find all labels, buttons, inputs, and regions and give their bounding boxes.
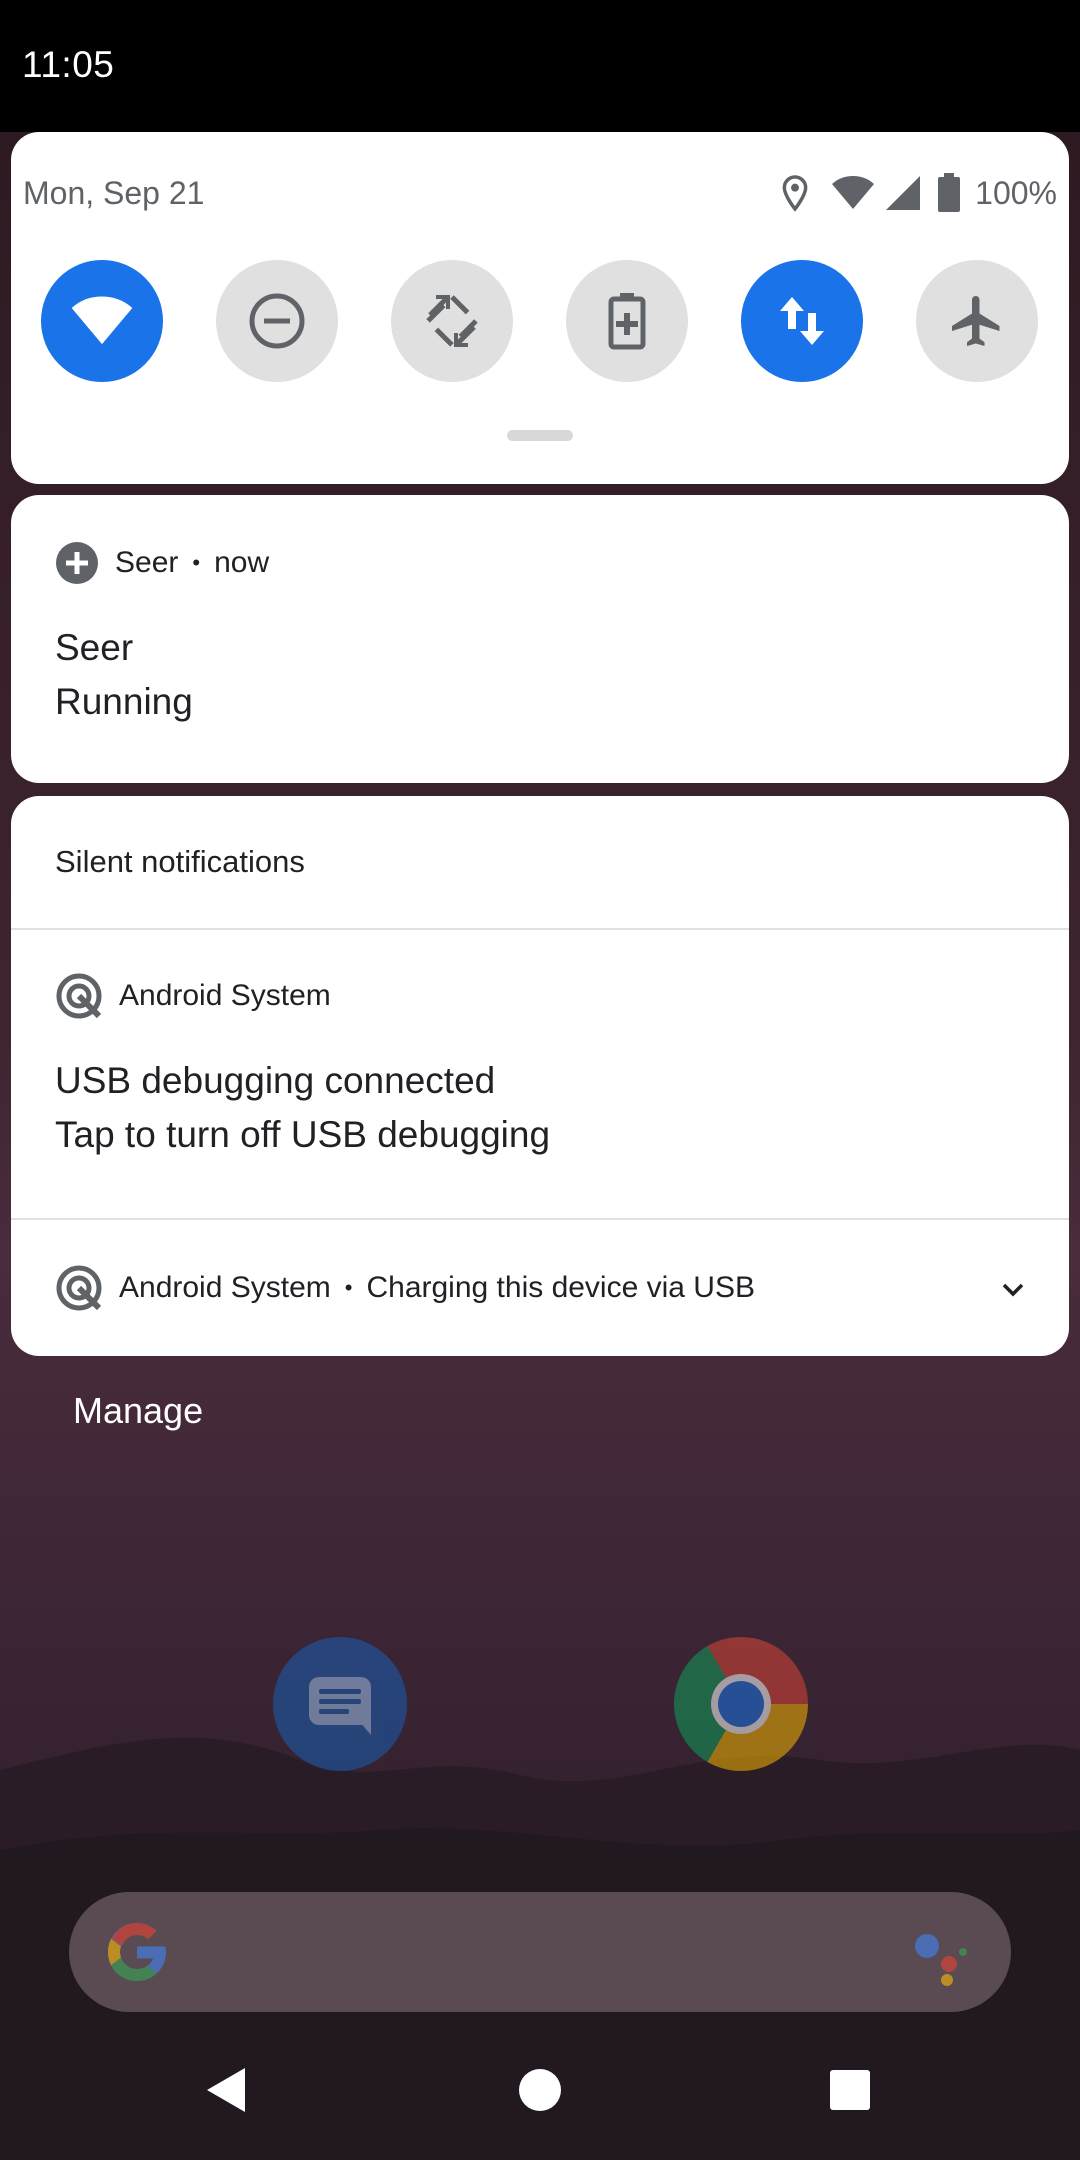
- usb-debugging-title: USB debugging connected: [55, 1060, 496, 1101]
- chrome-app-icon[interactable]: [674, 1637, 808, 1771]
- usb-debugging-header: Android System: [55, 972, 331, 1020]
- back-button[interactable]: [176, 2040, 276, 2140]
- usb-debugging-app-name: Android System: [119, 979, 331, 1012]
- manage-notifications-button[interactable]: Manage: [73, 1390, 203, 1432]
- silent-notifications-group: Silent notifications Android System USB …: [11, 796, 1069, 1356]
- battery-saver-tile[interactable]: [566, 260, 688, 382]
- separator-dot: •: [192, 550, 201, 575]
- google-logo-icon: [107, 1922, 167, 1982]
- wifi-icon: [71, 296, 133, 345]
- back-icon: [207, 2068, 245, 2112]
- qs-status-icons: 100%: [779, 168, 1057, 218]
- status-clock: 11:05: [22, 44, 115, 85]
- recents-button[interactable]: [800, 2040, 900, 2140]
- recents-icon: [830, 2070, 870, 2110]
- mobile-data-icon: [780, 297, 824, 345]
- usb-debugging-text: Tap to turn off USB debugging: [55, 1114, 551, 1155]
- airplane-icon: [952, 296, 1000, 346]
- battery-saver-icon: [608, 293, 646, 350]
- google-search-bar[interactable]: [69, 1892, 1011, 2012]
- expand-handle[interactable]: [507, 430, 573, 441]
- navigation-bar: [0, 2040, 1080, 2160]
- auto-rotate-tile[interactable]: [391, 260, 513, 382]
- quick-settings-tiles: [41, 260, 1051, 384]
- seer-timestamp: now: [214, 546, 270, 579]
- android-system-icon: [56, 1265, 102, 1311]
- auto-rotate-icon: [424, 293, 480, 349]
- google-assistant-icon[interactable]: [909, 1922, 973, 1986]
- do-not-disturb-tile[interactable]: [216, 260, 338, 382]
- usb-charging-app-name: Android System: [119, 1271, 331, 1304]
- wifi-signal-icon: [832, 176, 875, 209]
- usb-charging-notification[interactable]: Android System • Charging this device vi…: [11, 1220, 1069, 1356]
- usb-charging-header: Android System • Charging this device vi…: [55, 1264, 755, 1312]
- usb-charging-summary: Charging this device via USB: [366, 1271, 755, 1304]
- seer-notification[interactable]: Seer • now Seer Running: [11, 495, 1069, 783]
- status-bar: 11:05: [0, 0, 1080, 132]
- messages-app-icon[interactable]: [273, 1637, 407, 1771]
- seer-app-name: Seer: [115, 546, 179, 579]
- silent-notifications-header: Silent notifications: [55, 844, 305, 879]
- home-button[interactable]: [490, 2040, 590, 2140]
- usb-debugging-notification[interactable]: Android System USB debugging connected T…: [11, 930, 1069, 1218]
- seer-notification-text: Running: [55, 681, 193, 722]
- wifi-tile[interactable]: [41, 260, 163, 382]
- airplane-mode-tile[interactable]: [916, 260, 1038, 382]
- separator-dot: •: [344, 1275, 353, 1300]
- chevron-down-icon[interactable]: [997, 1274, 1029, 1306]
- seer-notification-header: Seer • now: [55, 541, 269, 585]
- add-circle-icon: [56, 542, 98, 584]
- qs-date[interactable]: Mon, Sep 21: [23, 175, 204, 212]
- seer-notification-title: Seer: [55, 627, 134, 668]
- mobile-data-tile[interactable]: [741, 260, 863, 382]
- cellular-signal-icon: [886, 176, 921, 210]
- do-not-disturb-icon: [249, 293, 305, 349]
- location-icon: [782, 175, 808, 212]
- android-system-icon: [56, 973, 102, 1019]
- battery-percentage: 100%: [975, 174, 1057, 211]
- battery-icon: [938, 173, 961, 212]
- home-icon: [519, 2069, 561, 2111]
- quick-settings-panel: Mon, Sep 21 100%: [11, 132, 1069, 484]
